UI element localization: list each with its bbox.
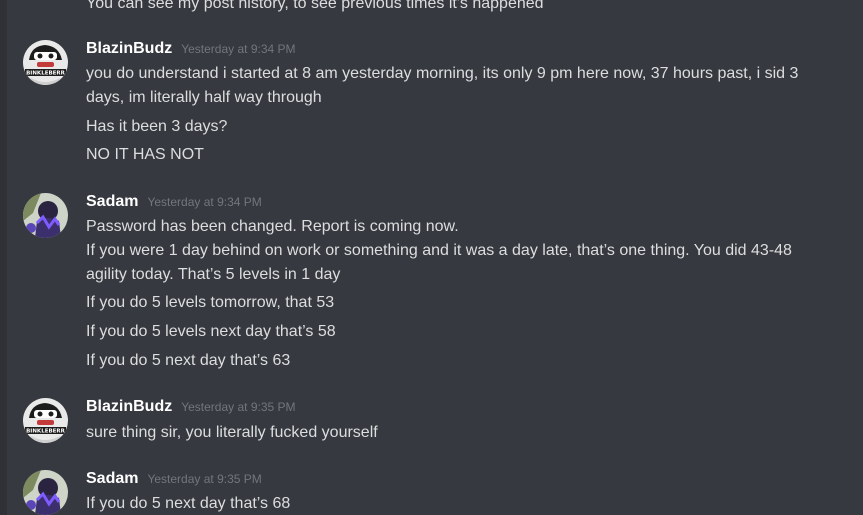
username[interactable]: Sadam — [86, 193, 138, 211]
timestamp[interactable]: Yesterday at 9:35 PM — [181, 400, 295, 414]
message-text: Has it been 3 days? — [86, 118, 228, 135]
message-text: If you do 5 levels tomorrow, that 53 — [86, 294, 335, 311]
avatar[interactable] — [23, 470, 68, 515]
message-header: BlazinBudz Yesterday at 9:35 PM — [86, 398, 296, 416]
message-text: NO IT HAS NOT — [86, 146, 204, 163]
message-header: Sadam Yesterday at 9:35 PM — [86, 470, 262, 488]
svg-text:BINKLEBERR: BINKLEBERR — [26, 71, 66, 77]
message-text: If you do 5 next day that’s 63 — [86, 352, 291, 369]
chat-messages: You can see my post history, to see prev… — [0, 0, 863, 515]
message-text: You can see my post history, to see prev… — [86, 0, 544, 12]
username[interactable]: BlazinBudz — [86, 40, 172, 58]
message-text: Password has been changed. Report is com… — [86, 218, 459, 235]
message-text: If you were 1 day behind on work or some… — [86, 242, 792, 283]
username[interactable]: Sadam — [86, 470, 138, 488]
timestamp[interactable]: Yesterday at 9:35 PM — [147, 472, 261, 486]
message-header: BlazinBudz Yesterday at 9:34 PM — [86, 40, 296, 58]
svg-text:BINKLEBERR: BINKLEBERR — [26, 429, 66, 435]
timestamp[interactable]: Yesterday at 9:34 PM — [147, 195, 261, 209]
message-header: Sadam Yesterday at 9:34 PM — [86, 193, 262, 211]
avatar[interactable]: BINKLEBERR — [23, 398, 68, 443]
message-text: sure thing sir, you literally fucked you… — [86, 424, 378, 441]
avatar[interactable]: BINKLEBERR — [23, 40, 68, 85]
timestamp[interactable]: Yesterday at 9:34 PM — [181, 42, 295, 56]
message-text: If you do 5 next day that’s 68 — [86, 495, 291, 512]
avatar[interactable] — [23, 193, 68, 238]
blazinbudz-avatar-icon: BINKLEBERR — [23, 398, 68, 443]
blazinbudz-avatar-icon: BINKLEBERR — [23, 40, 68, 85]
message-text: If you do 5 levels next day that’s 58 — [86, 323, 336, 340]
username[interactable]: BlazinBudz — [86, 398, 172, 416]
sadam-avatar-icon — [23, 193, 68, 238]
sadam-avatar-icon — [23, 470, 68, 515]
message-text: you do understand i started at 8 am yest… — [86, 65, 799, 106]
